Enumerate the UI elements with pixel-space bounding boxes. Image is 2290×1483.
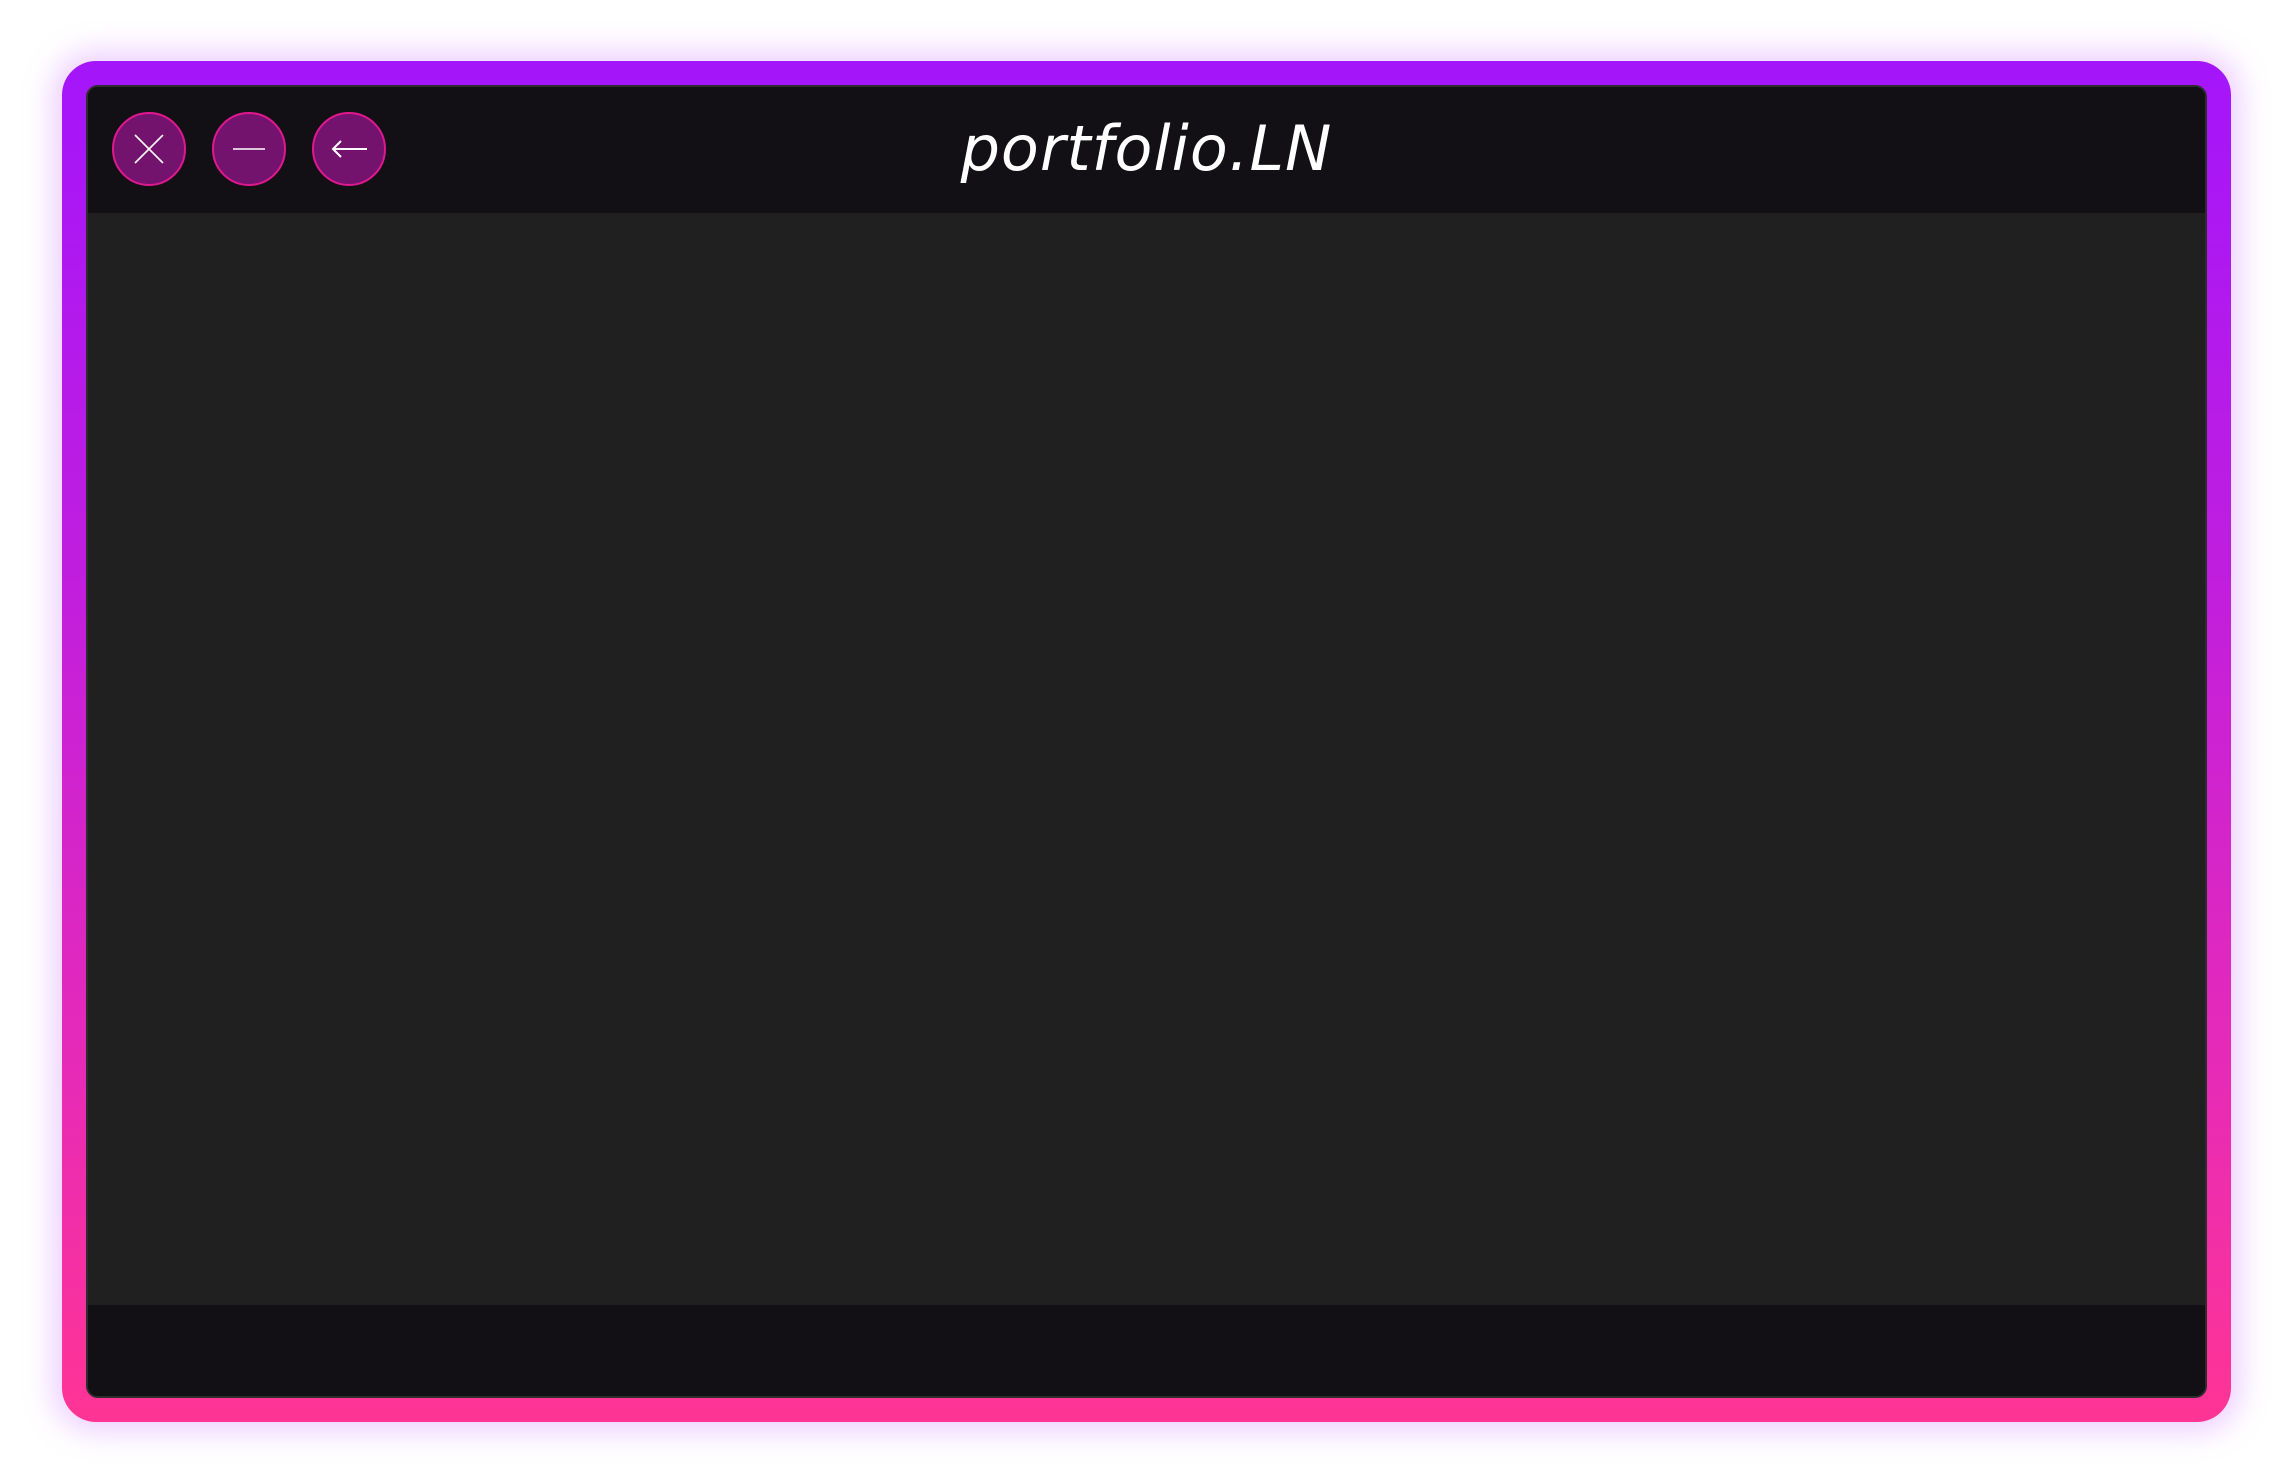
- window-frame: portfolio.LN: [62, 61, 2231, 1422]
- page-stage: portfolio.LN: [0, 0, 2290, 1483]
- footer-bar: [88, 1305, 2205, 1396]
- window-title: portfolio.LN: [960, 112, 1333, 185]
- title-bar: portfolio.LN: [88, 87, 2205, 213]
- content-area: [88, 213, 2205, 1305]
- app-window: portfolio.LN: [86, 85, 2207, 1398]
